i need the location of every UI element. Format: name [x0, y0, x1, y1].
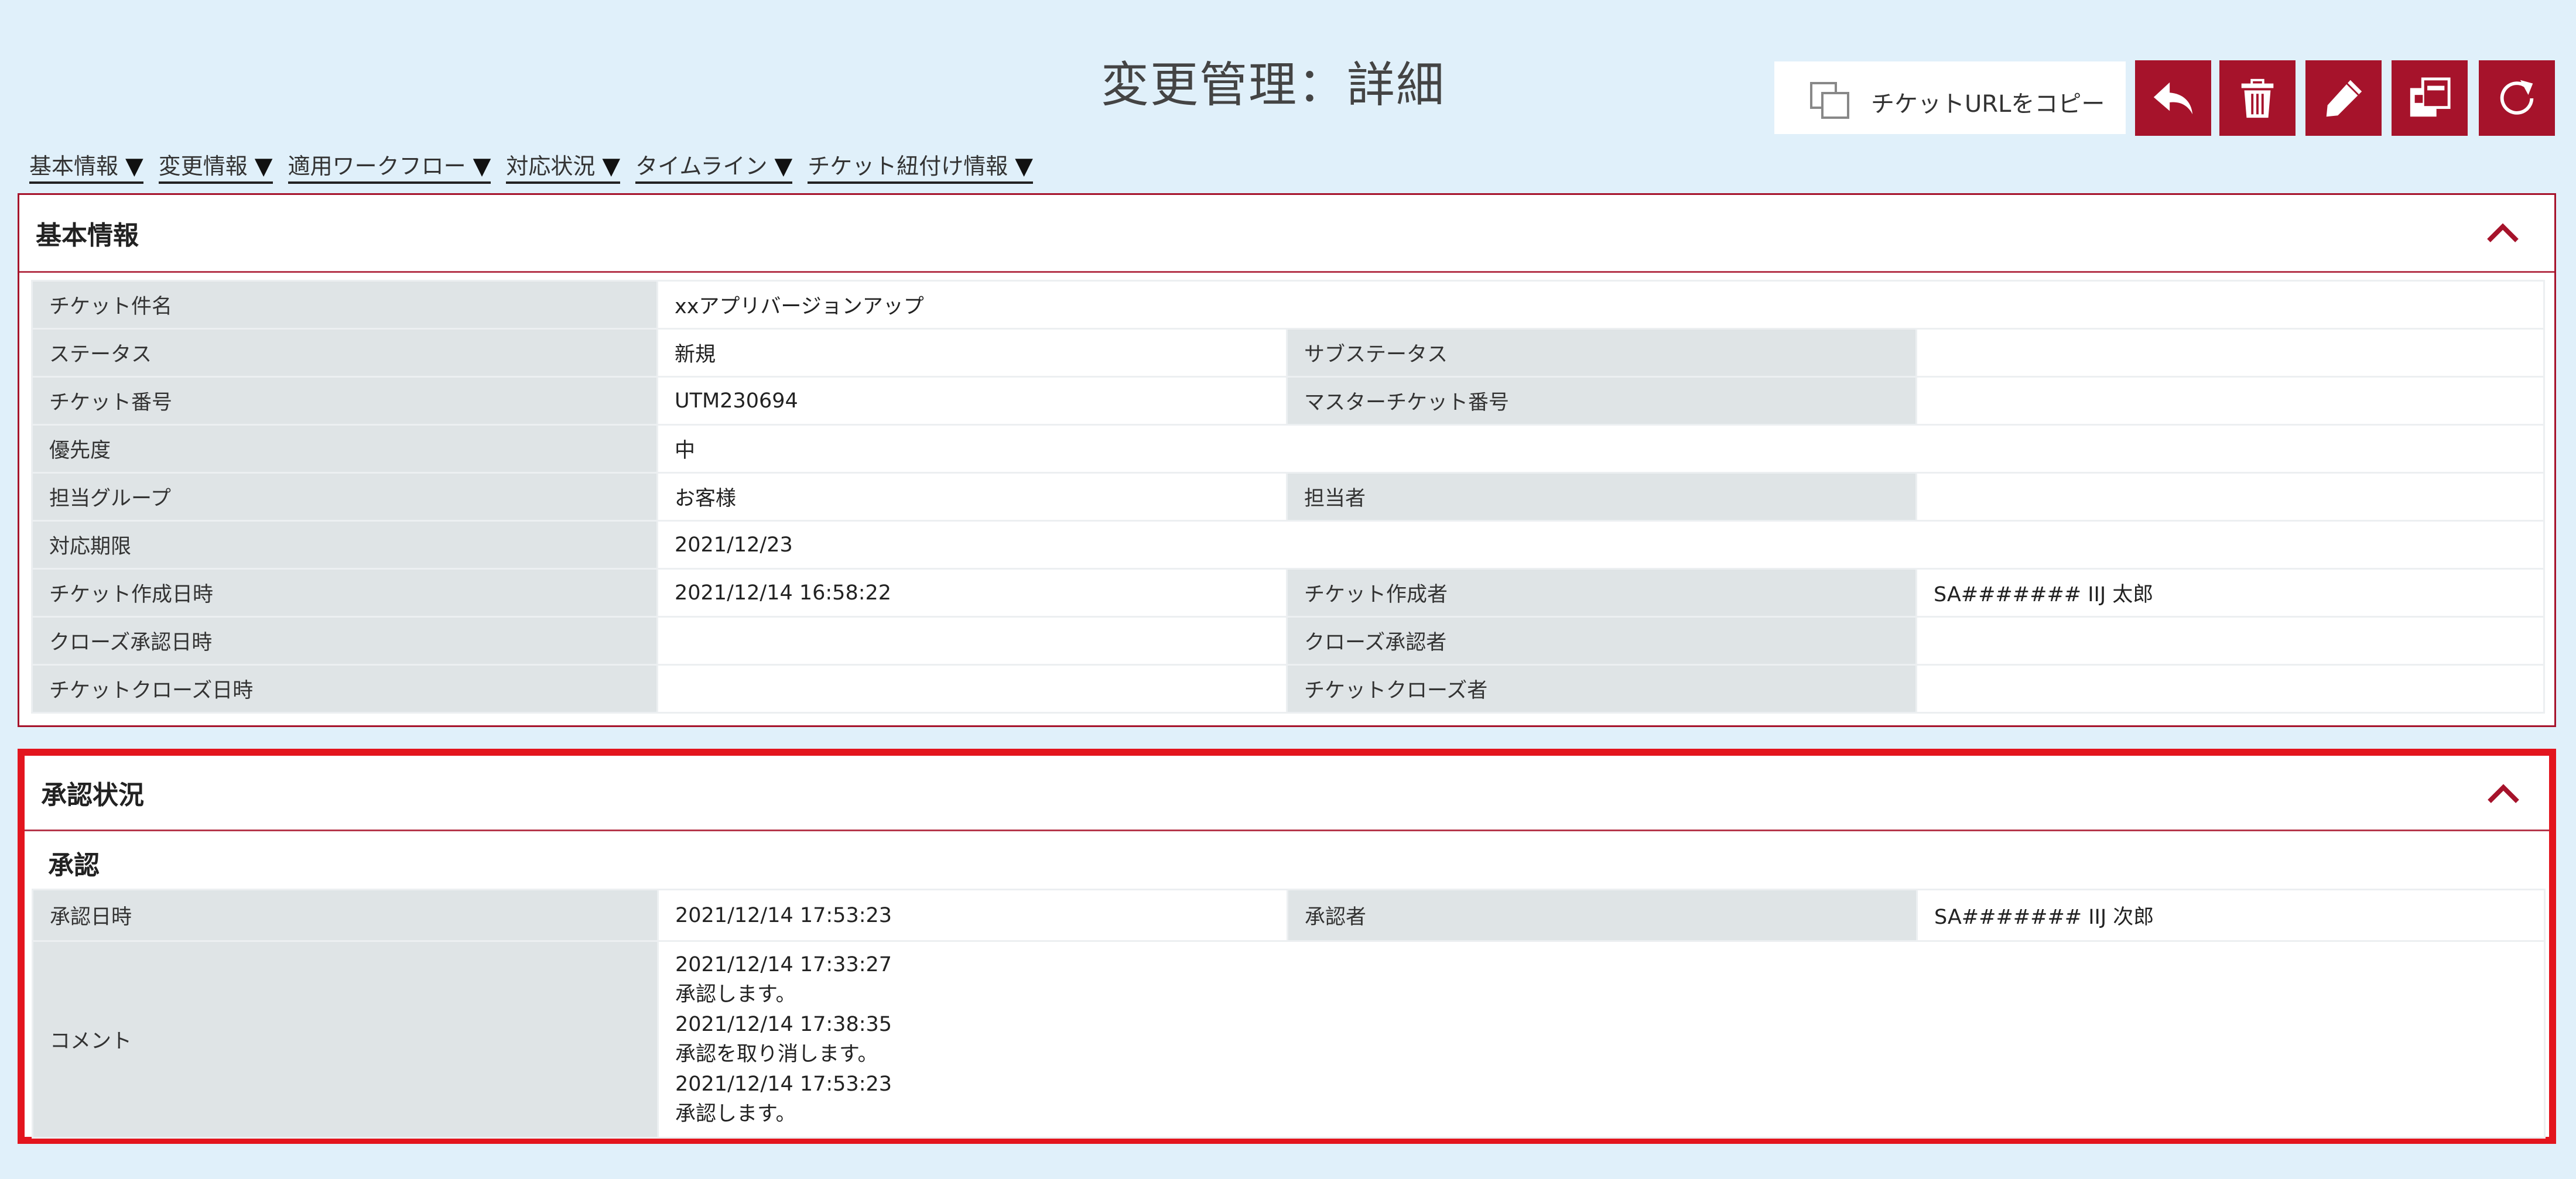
copy-url-button[interactable]: チケットURLをコピー [1774, 61, 2126, 134]
delete-button[interactable] [2219, 60, 2296, 136]
table-row: 担当グループ お客様 担当者 [31, 472, 2545, 522]
nav-item-timeline[interactable]: タイムライン ▼ [635, 148, 793, 184]
table-row: チケット作成日時 2021/12/14 16:58:22 チケット作成者 SA#… [31, 568, 2545, 618]
field-label: チケットクローズ者 [1286, 664, 1917, 714]
comment-line: 2021/12/14 17:53:23 [675, 1072, 892, 1096]
comment-line: 承認します。 [675, 1102, 796, 1126]
approval-subtitle: 承認 [48, 851, 100, 880]
edit-button[interactable] [2305, 60, 2382, 136]
field-label: チケット作成日時 [31, 568, 658, 618]
chevron-up-icon[interactable] [2486, 782, 2521, 805]
refresh-button[interactable] [2479, 60, 2555, 136]
table-row: ステータス 新規 サブステータス [31, 328, 2545, 378]
comment-line: 2021/12/14 17:33:27 [675, 952, 892, 976]
approval-table: 承認日時 2021/12/14 17:53:23 承認者 SA####### I… [32, 889, 2546, 1139]
nav-item-workflow[interactable]: 適用ワークフロー ▼ [288, 148, 491, 184]
table-row: コメント 2021/12/14 17:33:27 承認します。 2021/12/… [32, 940, 2546, 1139]
field-label: チケット件名 [31, 280, 658, 330]
field-label: コメント [32, 940, 659, 1139]
trash-icon [2241, 78, 2274, 118]
field-value: お客様 [656, 472, 1288, 522]
approval-panel: 承認状況 承認 承認日時 2021/12/14 17:53:23 承認者 SA#… [18, 749, 2556, 1144]
nav-item-status[interactable]: 対応状況 ▼ [506, 148, 621, 184]
reply-arrow-icon [2153, 82, 2193, 114]
field-value: 2021/12/14 16:58:22 [656, 568, 1288, 618]
field-label: チケット作成者 [1286, 568, 1917, 618]
field-label: クローズ承認者 [1286, 616, 1917, 666]
table-row: チケットクローズ日時 チケットクローズ者 [31, 664, 2545, 714]
refresh-icon [2500, 80, 2534, 115]
basic-info-header[interactable]: 基本情報 [19, 195, 2554, 273]
field-label: サブステータス [1286, 328, 1917, 378]
field-label: 対応期限 [31, 520, 658, 570]
panel-title: 承認状況 [41, 780, 144, 810]
field-label: ステータス [31, 328, 658, 378]
field-value [656, 616, 1288, 666]
duplicate-icon [2410, 77, 2451, 116]
table-row: チケット番号 UTM230694 マスターチケット番号 [31, 376, 2545, 426]
basic-info-panel: 基本情報 チケット件名 xxアプリバージョンアップ ステータス 新規 サブステー… [18, 193, 2556, 727]
comment-line: 2021/12/14 17:38:35 [675, 1012, 892, 1036]
field-value: SA####### IIJ 次郎 [1916, 889, 2546, 942]
field-value: 2021/12/14 17:53:23 [657, 889, 1288, 942]
table-row: 対応期限 2021/12/23 [31, 520, 2545, 570]
field-value: 中 [656, 424, 2545, 474]
nav-item-basic-info[interactable]: 基本情報 ▼ [29, 148, 143, 184]
field-value [1915, 616, 2545, 666]
field-label: 担当者 [1286, 472, 1917, 522]
field-label: 担当グループ [31, 472, 658, 522]
field-value [1915, 328, 2545, 378]
field-label: 承認者 [1287, 889, 1918, 942]
field-label: チケットクローズ日時 [31, 664, 658, 714]
field-value [1915, 664, 2545, 714]
page-title: 変更管理：詳細 [1101, 57, 1446, 113]
chevron-up-icon[interactable] [2485, 221, 2520, 244]
copy-ticket-button[interactable] [2392, 60, 2468, 136]
comment-line: 承認します。 [675, 982, 796, 1006]
approval-header[interactable]: 承認状況 [25, 756, 2549, 831]
field-label: マスターチケット番号 [1286, 376, 1917, 426]
field-label: クローズ承認日時 [31, 616, 658, 666]
field-value: xxアプリバージョンアップ [656, 280, 2545, 330]
copy-icon [1810, 82, 1849, 119]
copy-url-label: チケットURLをコピー [1871, 91, 2105, 118]
back-button[interactable] [2135, 60, 2211, 136]
nav-item-linked-tickets[interactable]: チケット紐付け情報 ▼ [808, 148, 1034, 184]
field-label: 優先度 [31, 424, 658, 474]
field-label: 承認日時 [32, 889, 659, 942]
field-value: SA####### IIJ 太郎 [1915, 568, 2545, 618]
panel-title: 基本情報 [36, 221, 139, 251]
table-row: 承認日時 2021/12/14 17:53:23 承認者 SA####### I… [32, 889, 2546, 942]
basic-info-table: チケット件名 xxアプリバージョンアップ ステータス 新規 サブステータス チケ… [31, 280, 2545, 714]
nav-item-change-info[interactable]: 変更情報 ▼ [158, 148, 273, 184]
section-nav: 基本情報 ▼ 変更情報 ▼ 適用ワークフロー ▼ 対応状況 ▼ タイムライン ▼ チケット… [29, 148, 1034, 184]
comment-value: 2021/12/14 17:33:27 承認します。 2021/12/14 17… [657, 940, 2546, 1139]
field-value: UTM230694 [656, 376, 1288, 426]
field-value [1915, 472, 2545, 522]
field-value: 新規 [656, 328, 1288, 378]
table-row: 優先度 中 [31, 424, 2545, 474]
field-value [656, 664, 1288, 714]
pencil-icon [2326, 80, 2362, 116]
field-value: 2021/12/23 [656, 520, 2545, 570]
field-value [1915, 376, 2545, 426]
field-label: チケット番号 [31, 376, 658, 426]
table-row: チケット件名 xxアプリバージョンアップ [31, 280, 2545, 330]
table-row: クローズ承認日時 クローズ承認者 [31, 616, 2545, 666]
comment-line: 承認を取り消します。 [675, 1042, 878, 1066]
